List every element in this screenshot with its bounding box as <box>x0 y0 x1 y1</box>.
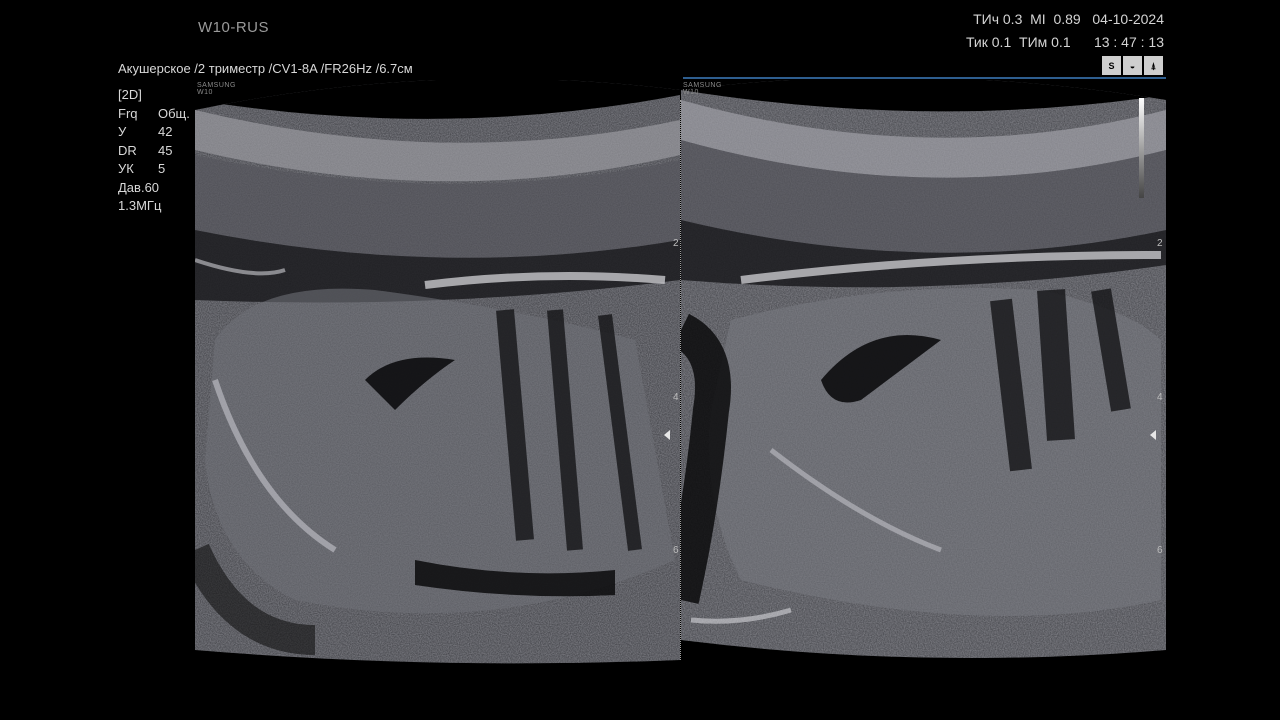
split-divider <box>680 100 681 660</box>
preset-line: Акушерское /2 триместр /CV1-8A /FR26Hz /… <box>118 61 413 76</box>
depth-label: 2 <box>673 238 679 249</box>
param-row: 1.3МГц <box>118 198 162 213</box>
param-row: Дав. 60 <box>118 179 160 195</box>
body-marker-icon: ⍋ <box>1144 56 1163 75</box>
param-row: УК 5 <box>118 161 166 176</box>
imaging-parameters: [2D] Frq Общ. У 42 DR 45 УК 5 Дав. 60 1.3МГц <box>118 86 190 216</box>
depth-label: 4 <box>673 392 679 403</box>
brand-watermark-right: SAMSUNG W10 <box>683 82 722 96</box>
focus-marker-left[interactable] <box>664 430 670 440</box>
active-image-indicator <box>683 77 1166 79</box>
status-icons: S ◒ ⍋ <box>1102 56 1163 75</box>
focus-marker-right[interactable] <box>1150 430 1156 440</box>
depth-label: 2 <box>1157 238 1163 249</box>
probe-icon: ◒ <box>1123 56 1142 75</box>
ti-mi-date: ТИч 0.3 MI 0.89 04-10-2024 <box>973 11 1164 27</box>
depth-label: 4 <box>1157 392 1163 403</box>
ultrasound-image-right[interactable] <box>681 80 1166 680</box>
depth-label: 6 <box>1157 545 1163 556</box>
mode-label: [2D] <box>118 87 142 102</box>
ti-time: Тик 0.1 ТИм 0.1 13 : 47 : 13 <box>966 34 1164 50</box>
s-harmonic-icon: S <box>1102 56 1121 75</box>
thermal-index-and-datetime: ТИч 0.3 MI 0.89 04-10-2024 Тик 0.1 ТИм 0… <box>966 8 1164 54</box>
device-model: W10-RUS <box>198 19 270 36</box>
param-row: Frq Общ. <box>118 105 190 121</box>
param-row: DR 45 <box>118 142 173 158</box>
grayscale-bar <box>1139 98 1144 198</box>
ultrasound-image-left[interactable] <box>195 80 680 680</box>
brand-watermark-left: SAMSUNG W10 <box>197 82 236 96</box>
depth-label: 6 <box>673 545 679 556</box>
param-row: У 42 <box>118 124 173 139</box>
